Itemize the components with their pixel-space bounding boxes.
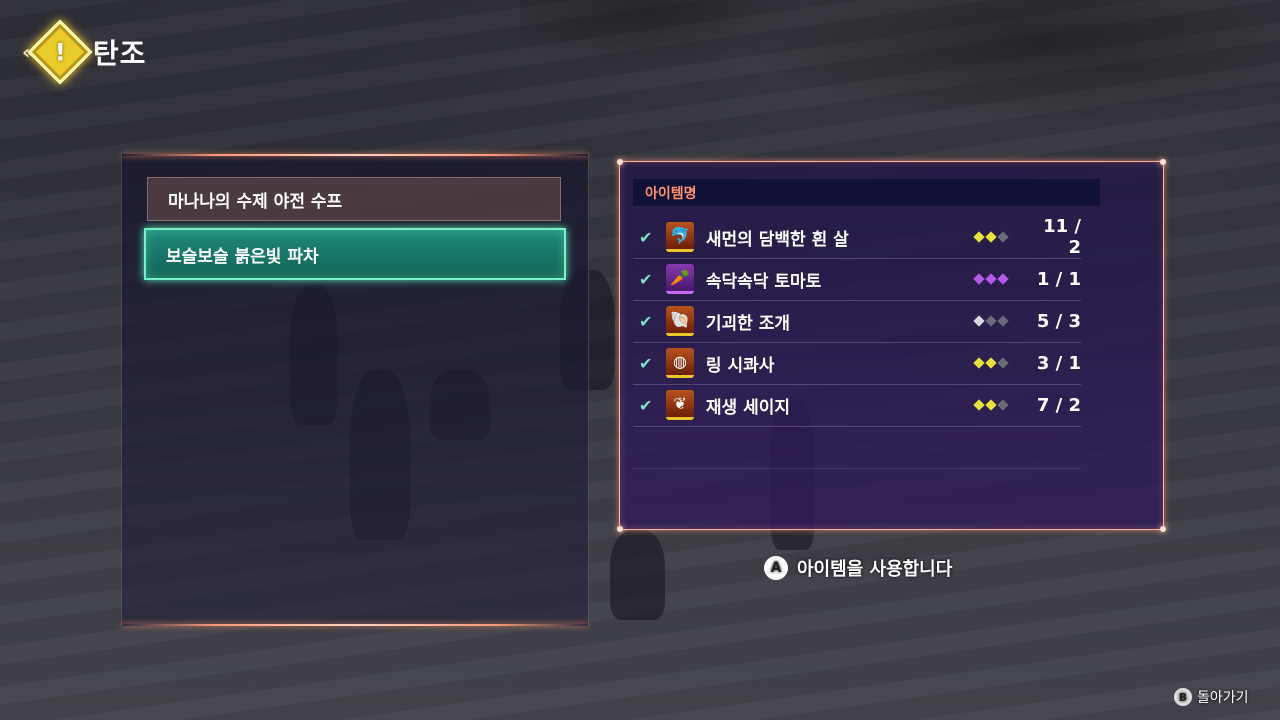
- rarity-gem-icon: [973, 357, 985, 369]
- character-name: 탄조: [92, 37, 147, 70]
- recipe-label: 마나나의 수제 야전 수프: [168, 191, 343, 212]
- ingredient-name: 속닥속닥 토마토: [705, 271, 822, 292]
- rarity-gems: [973, 315, 1026, 327]
- ingredient-name: 기괴한 조개: [705, 313, 791, 334]
- rarity-gems: [973, 357, 1026, 369]
- location-title: « ! 탄조: [22, 19, 147, 85]
- rarity-gem-icon: [985, 273, 997, 285]
- check-icon: ✔: [639, 395, 653, 415]
- ingredient-name: 링 시콰사: [705, 355, 775, 376]
- check-icon: ✔: [639, 269, 653, 289]
- rarity-gem-icon: [985, 357, 997, 369]
- ingredient-panel: 아이템명 ✔ 🐬 새먼의 담백한 흰 살 11 / 2 ✔ 🥕 속닥속닥 토마토…: [617, 159, 1166, 532]
- ingredient-count: 5 / 3: [1036, 310, 1081, 332]
- rarity-gem-icon: [997, 399, 1009, 411]
- ingredient-row: ✔ 🥕 속닥속닥 토마토 1 / 1: [633, 258, 1081, 301]
- ingredient-count: 3 / 1: [1036, 352, 1081, 374]
- rarity-gem-icon: [985, 231, 997, 243]
- b-button-icon: B: [1174, 688, 1192, 706]
- ingredient-count: 7 / 2: [1036, 394, 1081, 416]
- shell-icon: 🐚: [666, 306, 694, 336]
- item-name-header: 아이템명: [633, 179, 1100, 206]
- panel-corner-ornament: [1160, 526, 1166, 532]
- rarity-gem-icon: [985, 315, 997, 327]
- background-character: [610, 530, 665, 620]
- rarity-gems: [973, 231, 1026, 243]
- vegetable-icon: 🥕: [666, 264, 694, 294]
- panel-corner-ornament: [617, 159, 623, 165]
- check-icon: ✔: [639, 311, 653, 331]
- ingredient-row: ✔ ◍ 링 시콰사 3 / 1: [633, 342, 1081, 385]
- item-name-header-label: 아이템명: [645, 185, 697, 202]
- check-icon: ✔: [639, 353, 653, 373]
- rarity-gem-icon: [997, 273, 1009, 285]
- rarity-gem-icon: [973, 231, 985, 243]
- panel-corner-ornament: [1160, 159, 1166, 165]
- citrus-icon: ◍: [666, 348, 694, 378]
- use-item-hint-label: 아이템을 사용합니다: [797, 559, 953, 580]
- rock-cliff-background: [520, 0, 1280, 160]
- rarity-gem-icon: [973, 273, 985, 285]
- recipe-label: 보슬보슬 붉은빛 파차: [166, 246, 319, 267]
- rarity-gem-icon: [973, 399, 985, 411]
- empty-row-divider: [633, 468, 1081, 469]
- ingredient-name: 새먼의 담백한 흰 살: [705, 229, 849, 250]
- ingredient-count: 11 / 2: [1043, 216, 1081, 258]
- rarity-gem-icon: [997, 231, 1009, 243]
- rarity-gem-icon: [997, 315, 1009, 327]
- check-icon: ✔: [639, 227, 653, 247]
- recipe-list-panel: 마나나의 수제 야전 수프 보슬보슬 붉은빛 파차: [121, 154, 589, 626]
- alert-diamond-icon: !: [27, 19, 93, 85]
- rarity-gems: [973, 273, 1026, 285]
- ingredient-name: 재생 세이지: [705, 397, 791, 418]
- ingredient-row: ✔ 🐚 기괴한 조개 5 / 3: [633, 300, 1081, 343]
- rarity-gem-icon: [997, 357, 1009, 369]
- exclamation-icon: !: [54, 37, 66, 66]
- back-button-label: 돌아가기: [1197, 690, 1249, 706]
- recipe-item-selected[interactable]: 보슬보슬 붉은빛 파차: [144, 228, 566, 280]
- a-button-icon: A: [764, 556, 788, 580]
- back-button[interactable]: B 돌아가기: [1174, 687, 1249, 707]
- rarity-gems: [973, 399, 1026, 411]
- ingredient-count: 1 / 1: [1036, 268, 1081, 290]
- recipe-item[interactable]: 마나나의 수제 야전 수프: [147, 177, 561, 221]
- ingredient-row: ✔ 🐬 새먼의 담백한 흰 살 11 / 2: [633, 216, 1081, 259]
- ingredient-row: ✔ ❦ 재생 세이지 7 / 2: [633, 384, 1081, 427]
- fish-icon: 🐬: [666, 222, 694, 252]
- rarity-gem-icon: [973, 315, 985, 327]
- leaf-icon: ❦: [666, 390, 694, 420]
- panel-corner-ornament: [617, 526, 623, 532]
- use-item-hint[interactable]: A 아이템을 사용합니다: [764, 555, 952, 581]
- rarity-gem-icon: [985, 399, 997, 411]
